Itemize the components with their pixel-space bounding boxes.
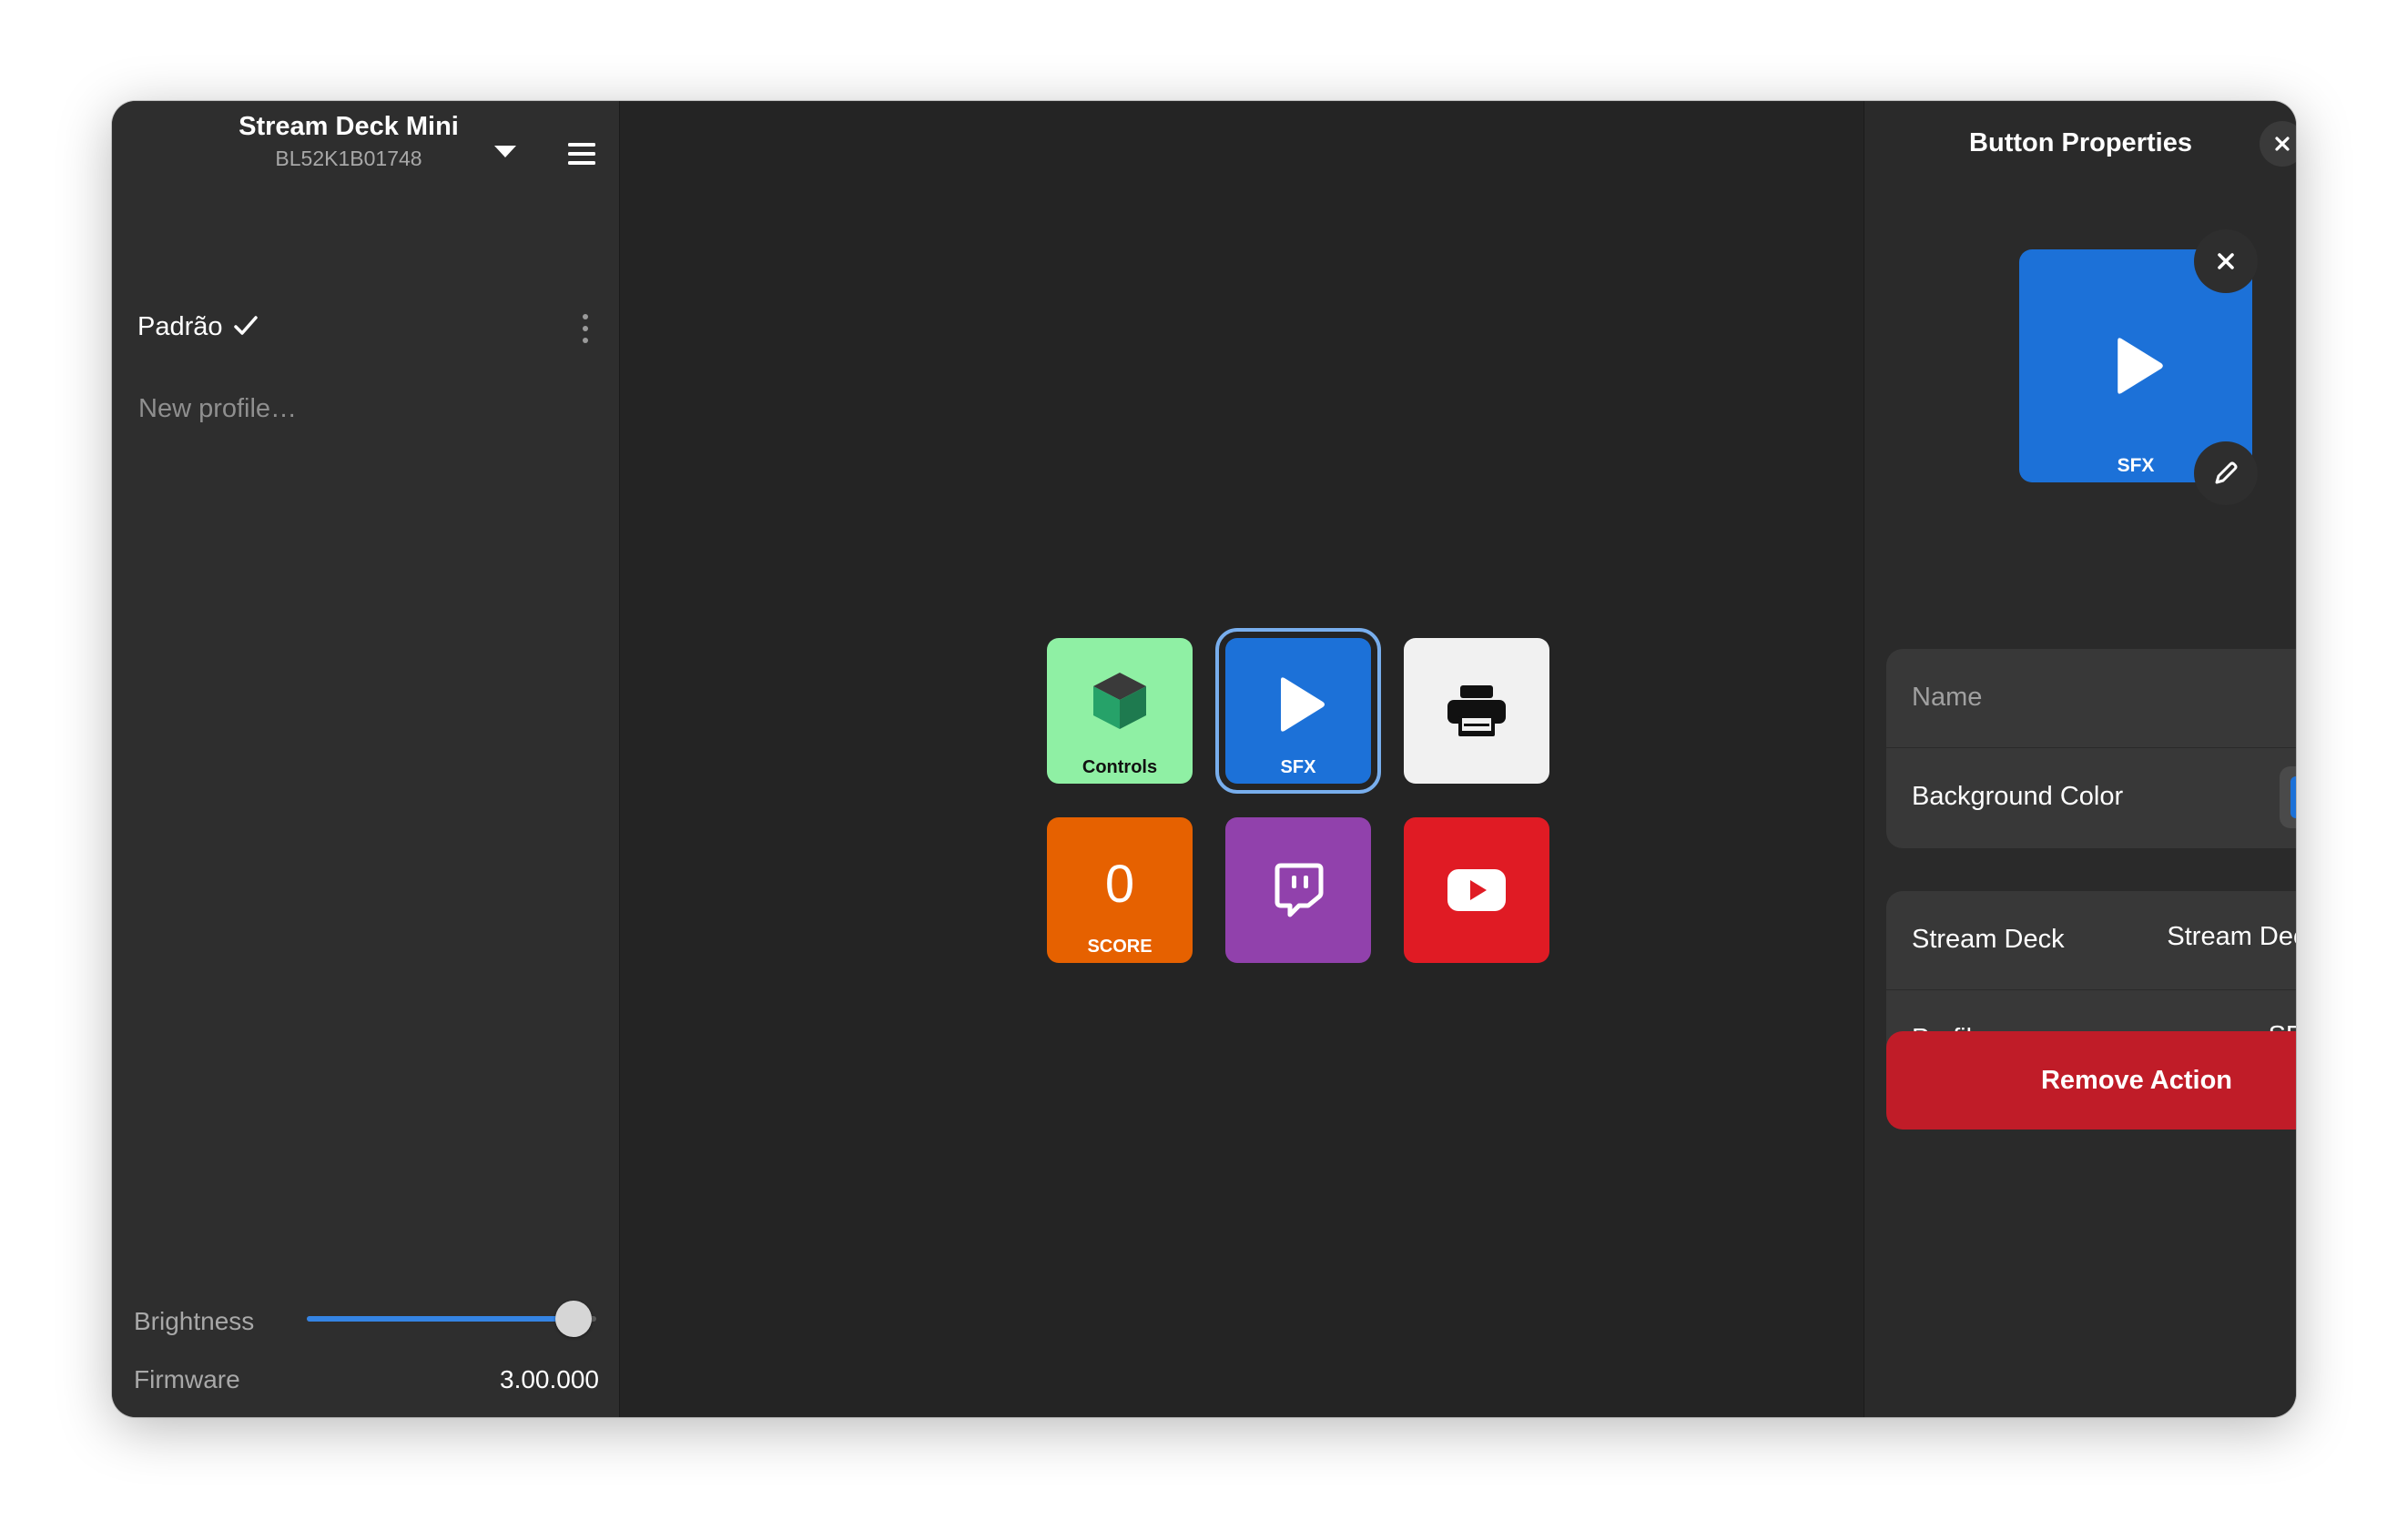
close-panel-button[interactable] [2260, 121, 2296, 167]
deck-key-twitch[interactable] [1225, 817, 1371, 963]
close-icon [2218, 253, 2234, 269]
background-color-row: Background Color [1886, 748, 2296, 847]
more-vertical-icon [583, 314, 588, 343]
deck-key-controls[interactable]: Controls [1047, 638, 1193, 784]
app-window: Stream Deck Mini BL52K1B01748 Padrão New… [112, 101, 2296, 1417]
remove-icon-button[interactable] [2194, 229, 2258, 293]
color-swatch [2290, 776, 2296, 818]
remove-action-button[interactable]: Remove Action [1886, 1031, 2296, 1130]
cube-icon [1093, 673, 1146, 729]
deck-key-sfx[interactable]: SFX [1215, 628, 1381, 794]
deck-key-youtube[interactable] [1404, 817, 1549, 963]
profile-name: Padrão [137, 312, 223, 341]
printer-icon [1447, 685, 1506, 736]
pencil-icon [2215, 461, 2238, 484]
slider-fill [307, 1316, 574, 1322]
key-label: SCORE [1087, 937, 1153, 957]
deck-key-score[interactable]: 0 SCORE [1047, 817, 1193, 963]
key-label: Controls [1082, 757, 1158, 777]
chevron-down-icon [494, 146, 516, 157]
panel-title: Button Properties [1969, 128, 2192, 157]
name-field[interactable]: Name [1912, 683, 1982, 713]
twitch-icon [1275, 863, 1324, 917]
stream-deck-dropdown[interactable]: Stream Deck [2167, 922, 2296, 952]
close-icon [2275, 137, 2290, 151]
device-header: Stream Deck Mini BL52K1B01748 [112, 101, 620, 192]
firmware-label: Firmware [134, 1365, 240, 1393]
checkmark-icon [234, 316, 258, 335]
stream-deck-label: Stream Deck [1912, 925, 2065, 954]
firmware-value: 3.00.000 [500, 1365, 599, 1393]
sidebar: Stream Deck Mini BL52K1B01748 Padrão New… [112, 101, 620, 1417]
name-row[interactable]: Name [1886, 649, 2296, 748]
appearance-card: Name Background Color [1886, 649, 2296, 848]
hamburger-menu-icon [568, 143, 595, 165]
brightness-label: Brightness [134, 1307, 255, 1335]
brightness-slider[interactable] [307, 1296, 596, 1342]
slider-thumb[interactable] [554, 1301, 592, 1337]
button-properties-panel: Button Properties SFX Name Background Co… [1864, 101, 2296, 1417]
youtube-icon [1447, 869, 1506, 911]
stream-deck-row[interactable]: Stream Deck Stream Deck [1886, 891, 2296, 990]
edit-icon-button[interactable] [2194, 441, 2258, 505]
new-profile-input[interactable]: New profile… [138, 394, 297, 424]
profile-item-current[interactable]: Padrão [112, 292, 620, 365]
background-color-label: Background Color [1912, 782, 2124, 811]
score-value: 0 [1104, 854, 1135, 914]
profile-options-button[interactable] [567, 309, 604, 349]
stream-deck-value: Stream Deck [2167, 922, 2296, 951]
deck-area: Controls SFX 0 SCORE [621, 101, 1863, 1417]
main-menu-button[interactable] [558, 130, 605, 177]
key-label: SFX [1280, 757, 1316, 777]
color-picker-button[interactable] [2280, 766, 2296, 828]
play-icon [1281, 677, 1325, 732]
device-selector-button[interactable] [483, 130, 527, 174]
play-icon [2118, 338, 2163, 394]
deck-key-printer[interactable] [1404, 638, 1549, 784]
